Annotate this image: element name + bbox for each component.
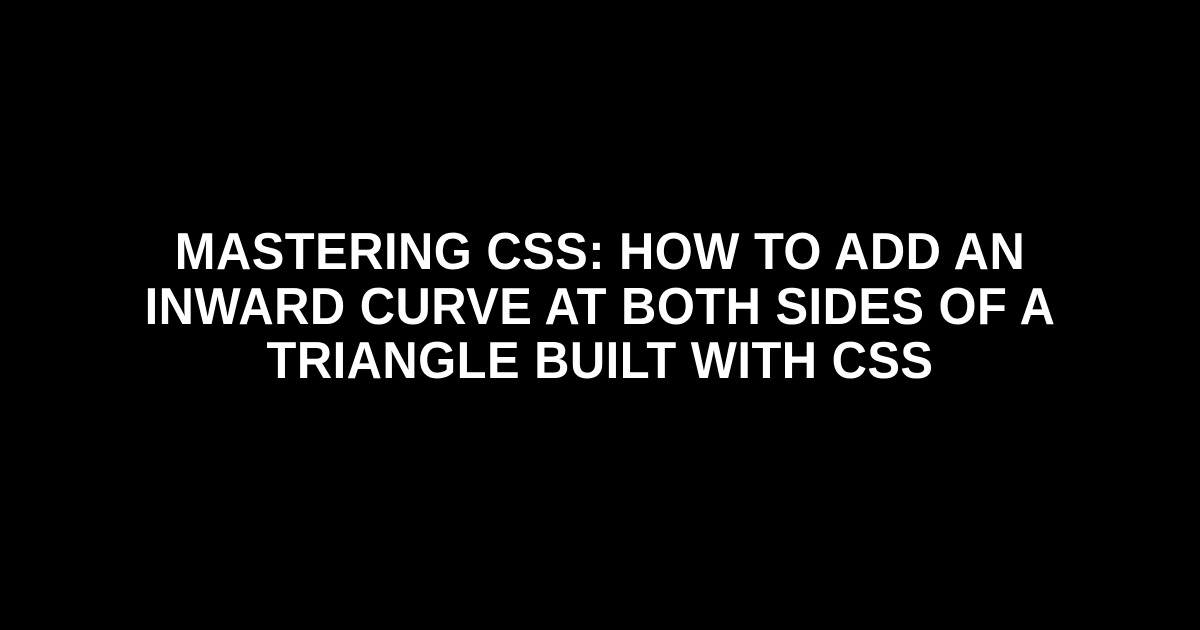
page-headline: Mastering CSS: How to Add an Inward Curv… [83,225,1117,389]
